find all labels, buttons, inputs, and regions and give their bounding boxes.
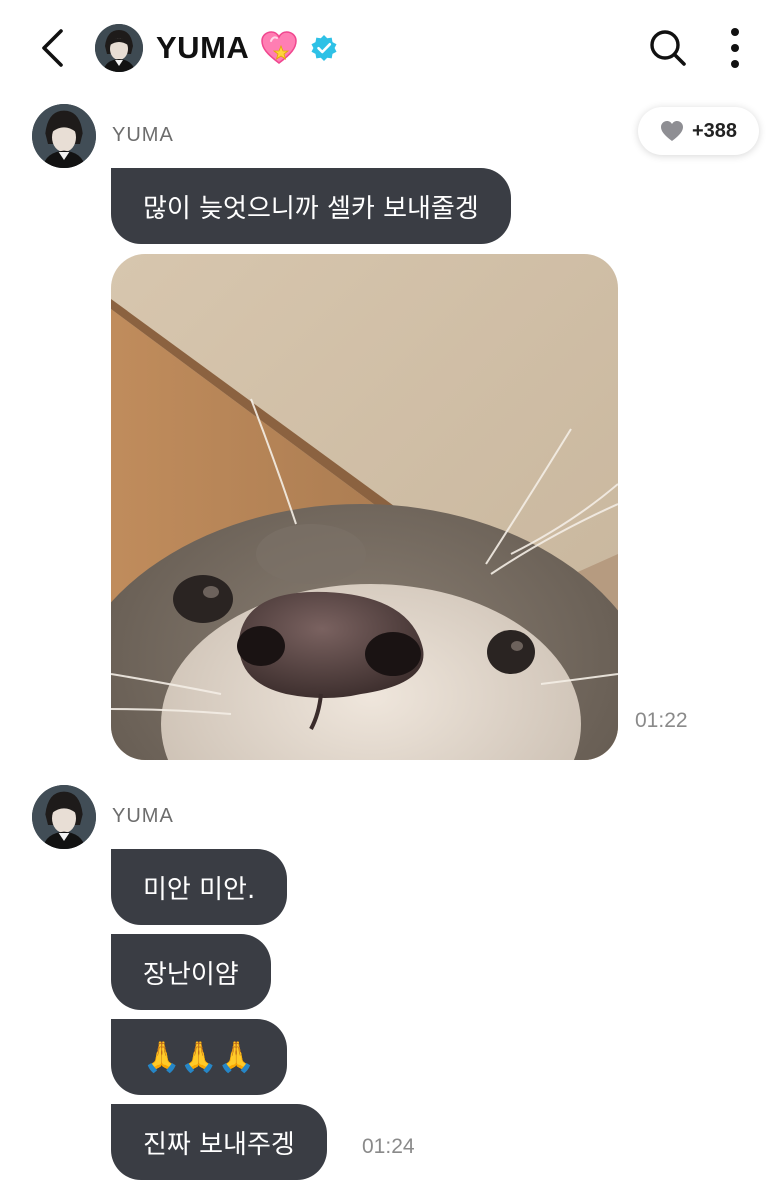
sender-name: YUMA bbox=[112, 124, 174, 146]
back-button[interactable] bbox=[30, 24, 78, 72]
more-vertical-icon bbox=[731, 28, 739, 68]
search-icon bbox=[650, 30, 686, 66]
profile-photo-icon bbox=[95, 24, 143, 72]
more-options-button[interactable] bbox=[718, 26, 752, 70]
message-timestamp: 01:22 bbox=[635, 709, 688, 732]
message-bubble[interactable]: 장난이얌 bbox=[111, 934, 271, 1010]
chevron-left-icon bbox=[42, 29, 63, 67]
header-name: YUMA bbox=[156, 30, 250, 65]
message-text: 진짜 보내주겡 bbox=[143, 1129, 295, 1160]
message-bubble[interactable]: 미안 미안. bbox=[111, 849, 288, 925]
heart-icon bbox=[660, 121, 683, 141]
reaction-count-chip[interactable]: +388 bbox=[638, 107, 759, 155]
message-emoji-text: 🙏🙏🙏 bbox=[143, 1039, 256, 1075]
photo-message[interactable] bbox=[111, 254, 618, 760]
verified-badge-icon bbox=[311, 35, 337, 61]
message-text: 장난이얌 bbox=[143, 959, 239, 990]
message-timestamp: 01:24 bbox=[362, 1135, 415, 1158]
reaction-count: +388 bbox=[691, 119, 738, 142]
header-title-group: YUMA bbox=[156, 26, 339, 70]
message-text: 많이 늦엇으니까 셀카 보내줄겡 bbox=[143, 193, 479, 224]
sender-name: YUMA bbox=[112, 805, 174, 827]
sparkling-heart-icon bbox=[261, 31, 298, 64]
profile-photo-icon bbox=[32, 104, 96, 168]
otter-selfie-image bbox=[111, 254, 618, 760]
message-text: 미안 미안. bbox=[143, 874, 256, 905]
profile-photo-icon bbox=[32, 785, 96, 849]
sender-avatar[interactable] bbox=[32, 104, 96, 168]
header-avatar[interactable] bbox=[95, 24, 143, 72]
message-bubble[interactable]: 많이 늦엇으니까 셀카 보내줄겡 bbox=[111, 168, 511, 244]
message-bubble[interactable]: 진짜 보내주겡 bbox=[111, 1104, 327, 1180]
search-button[interactable] bbox=[646, 26, 690, 70]
sender-avatar[interactable] bbox=[32, 785, 96, 849]
message-bubble[interactable]: 🙏🙏🙏 bbox=[111, 1019, 288, 1095]
